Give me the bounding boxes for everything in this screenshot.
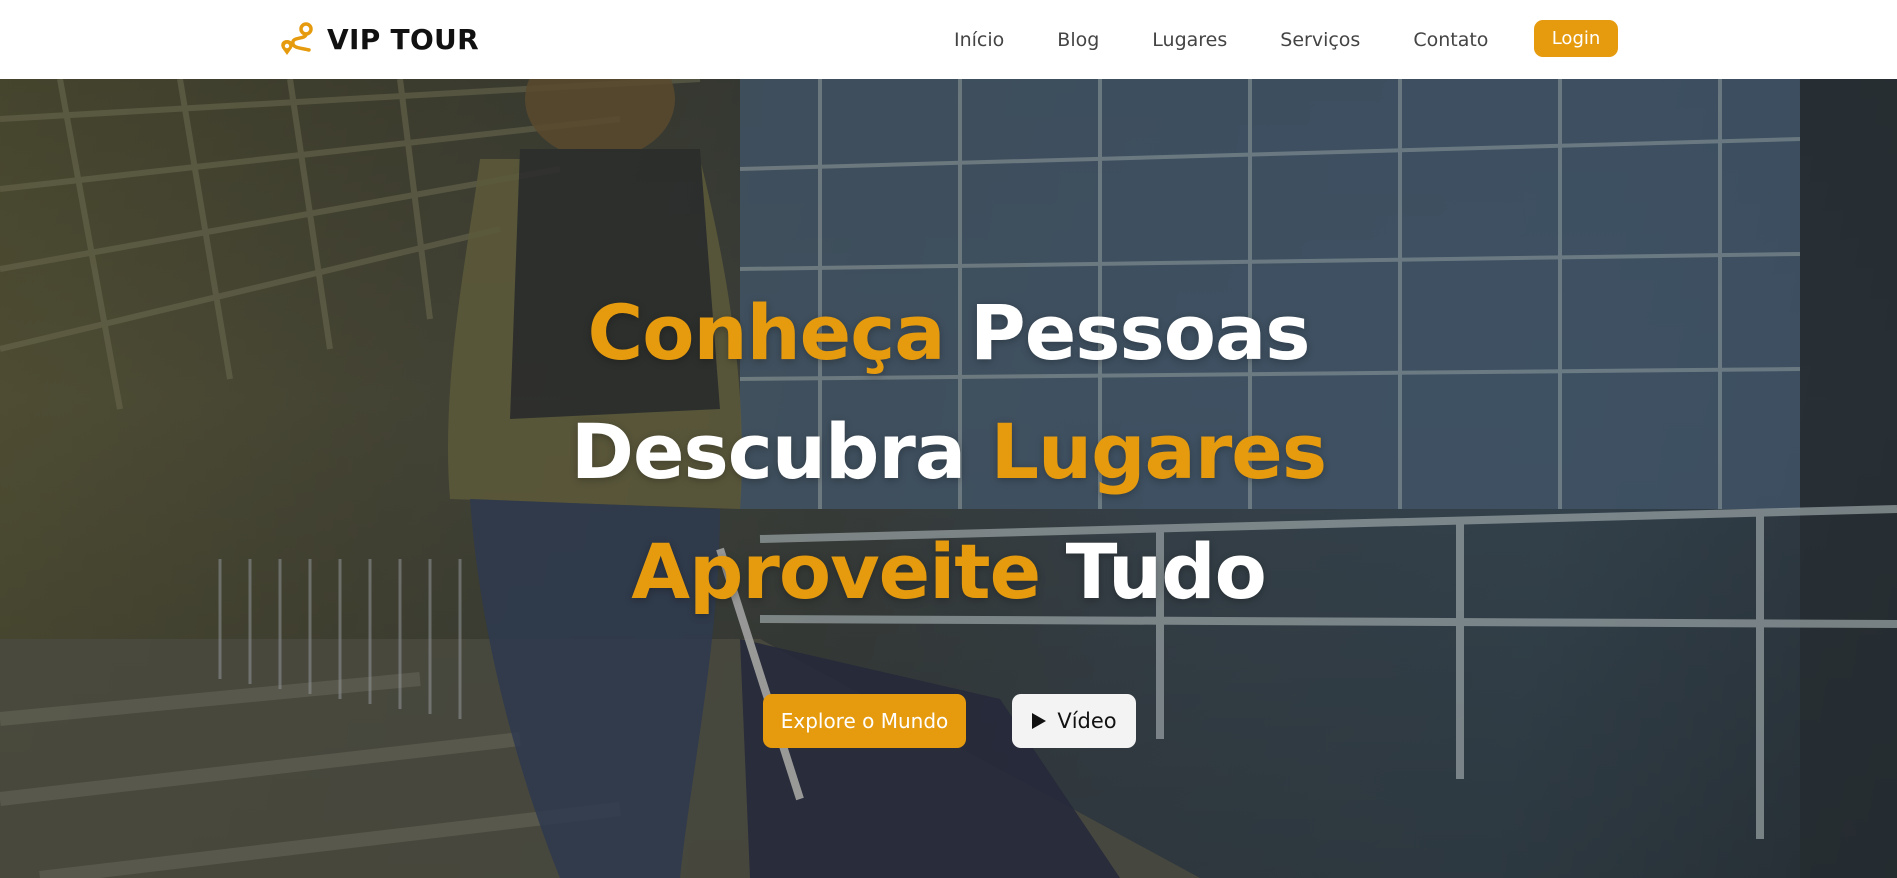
- hero-title-line-2: Descubra Lugares: [0, 414, 1897, 490]
- play-icon: [1032, 713, 1047, 729]
- hero-line2-accent: Lugares: [990, 407, 1327, 496]
- route-pin-icon: [281, 22, 313, 55]
- hero-line2-lead: Descubra: [570, 407, 966, 496]
- hero-section: Conheça Pessoas Descubra Lugares Aprovei…: [0, 79, 1897, 878]
- video-button[interactable]: Vídeo: [1012, 694, 1136, 748]
- nav-item-inicio[interactable]: Início: [954, 29, 1004, 51]
- login-button[interactable]: Login: [1534, 20, 1618, 57]
- hero-line1-rest: Pessoas: [970, 288, 1310, 377]
- hero-cta-row: Explore o Mundo Vídeo: [0, 694, 1897, 748]
- nav-item-blog[interactable]: Blog: [1057, 29, 1099, 51]
- nav-item-contato[interactable]: Contato: [1413, 29, 1488, 51]
- hero-line3-accent: Aproveite: [631, 527, 1041, 616]
- hero-title-line-1: Conheça Pessoas: [0, 295, 1897, 371]
- explore-world-button[interactable]: Explore o Mundo: [763, 694, 966, 748]
- hero-line1-accent: Conheça: [587, 288, 945, 377]
- hero-title-line-3: Aproveite Tudo: [0, 534, 1897, 610]
- nav-item-lugares[interactable]: Lugares: [1152, 29, 1227, 51]
- main-nav: Início Blog Lugares Serviços Contato: [954, 0, 1488, 79]
- video-button-label: Vídeo: [1057, 709, 1117, 733]
- brand-name: VIP TOUR: [327, 22, 479, 56]
- brand-logo[interactable]: VIP TOUR: [279, 19, 479, 59]
- nav-item-servicos[interactable]: Serviços: [1280, 29, 1360, 51]
- hero-line3-rest: Tudo: [1065, 527, 1267, 616]
- site-header: VIP TOUR Início Blog Lugares Serviços Co…: [0, 0, 1897, 79]
